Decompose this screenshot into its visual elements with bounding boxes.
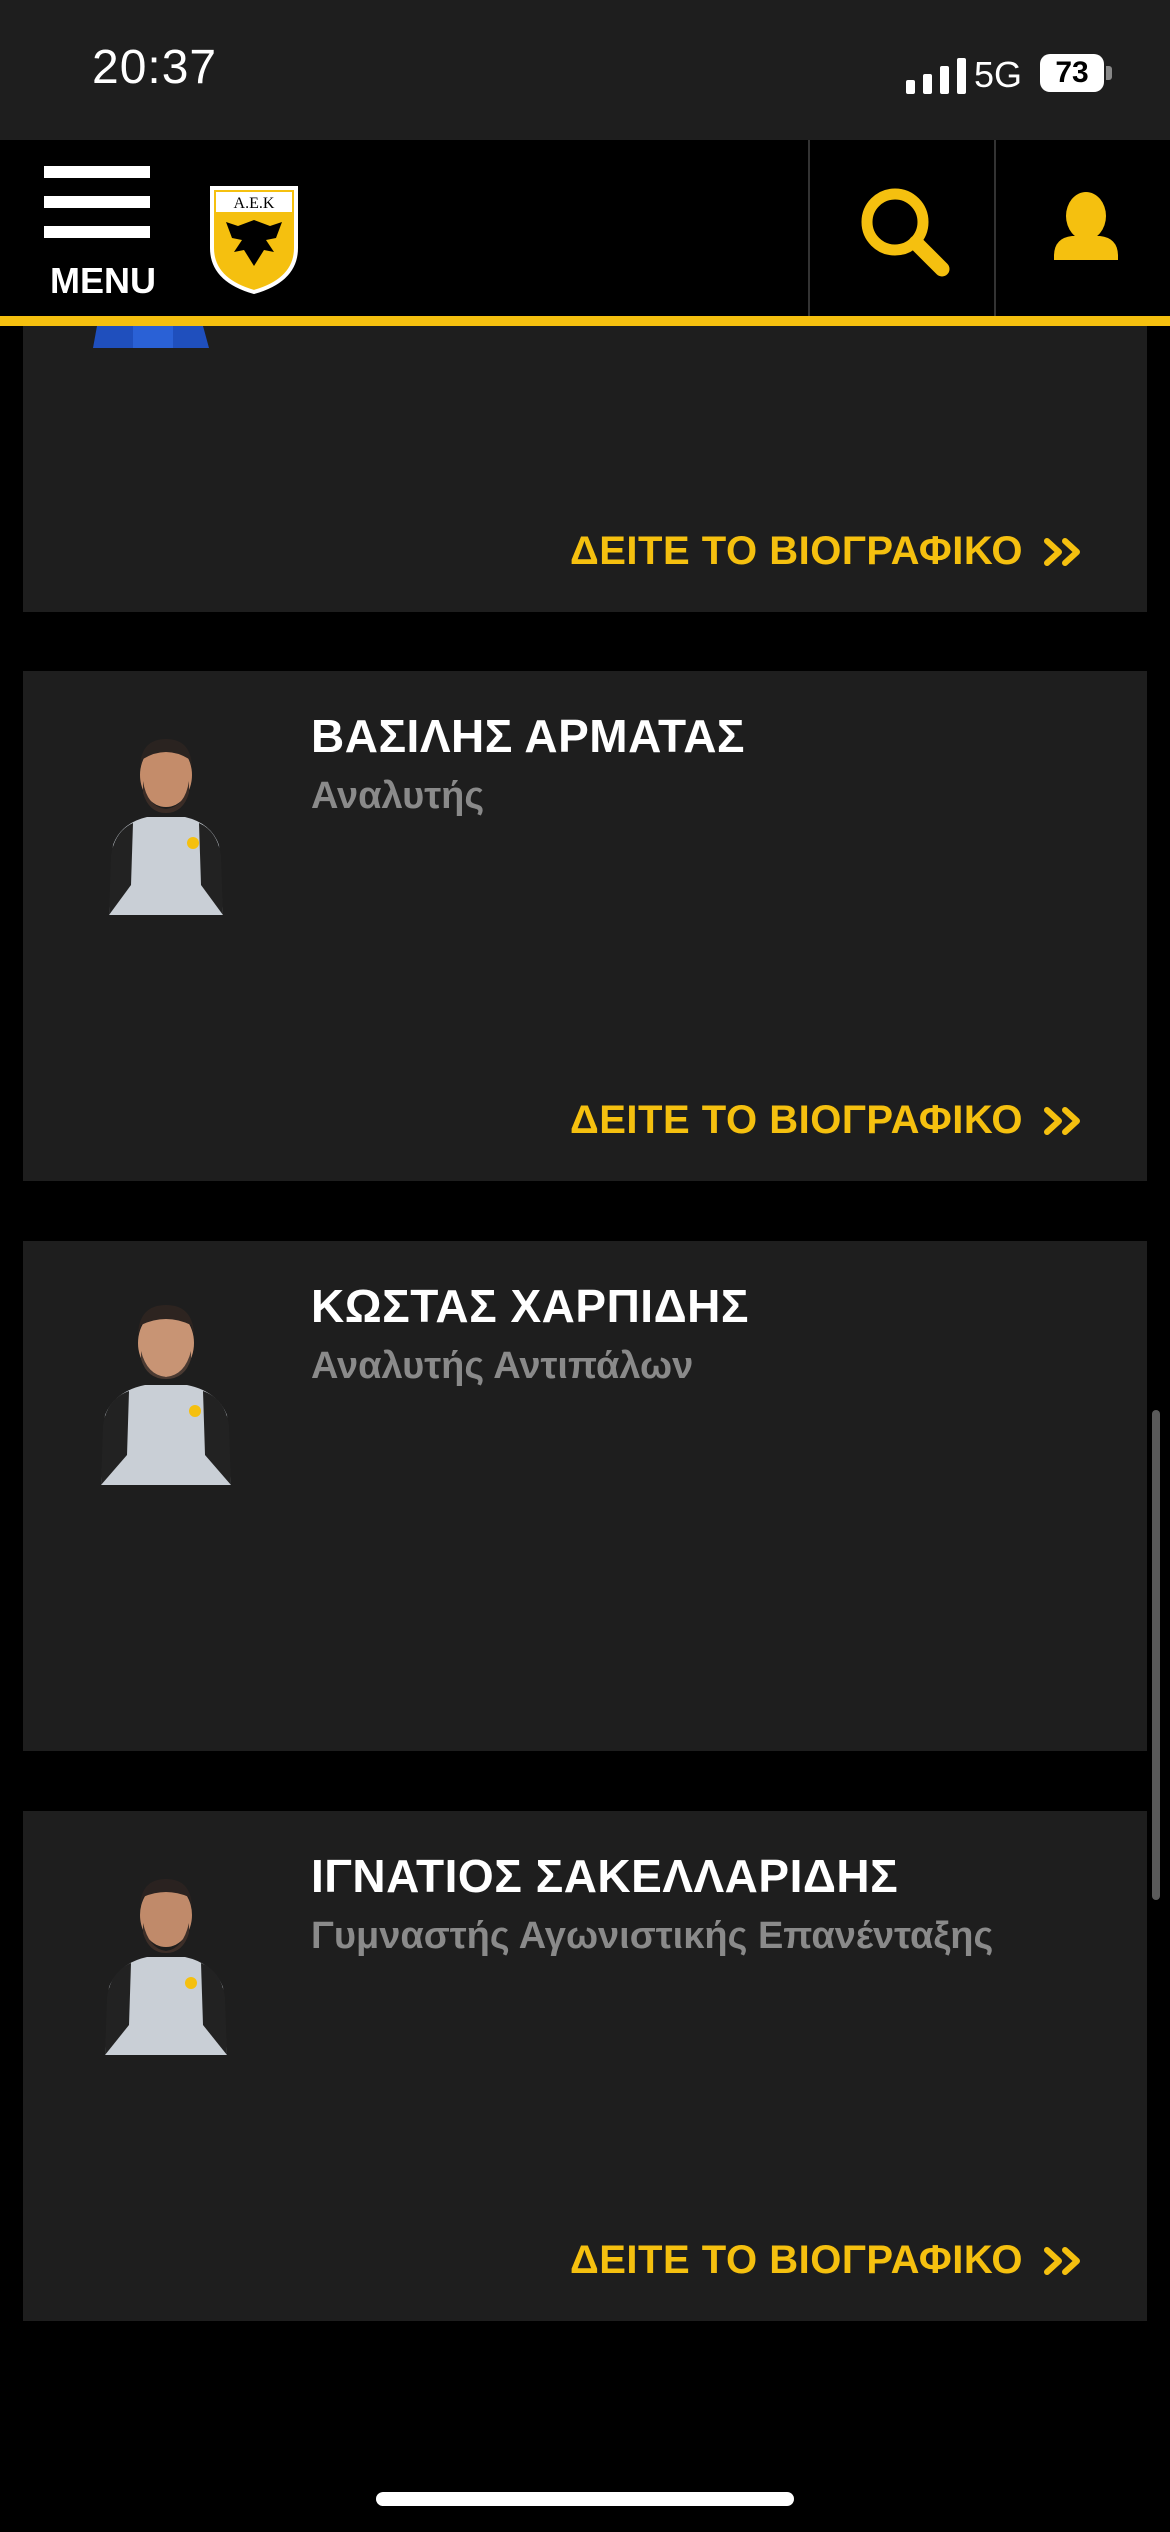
menu-label: MENU bbox=[50, 260, 156, 301]
staff-name: ΙΓΝΑΤΙΟΣ ΣΑΚΕΛΛΑΡΙΔΗΣ bbox=[311, 1850, 899, 1902]
hamburger-icon-bar bbox=[44, 196, 150, 208]
home-indicator[interactable] bbox=[376, 2492, 794, 2506]
view-bio-link[interactable]: ΔΕΙΤΕ ΤΟ ΒΙΟΓΡΑΦΙΚΟ bbox=[570, 1098, 1085, 1143]
staff-name: ΒΑΣΙΛΗΣ ΑΡΜΑΤΑΣ bbox=[311, 710, 746, 762]
staff-role: Αναλυτής Αντιπάλων bbox=[311, 1345, 694, 1387]
staff-card: ΔΕΙΤΕ ΤΟ ΒΙΟΓΡΑΦΙΚΟ bbox=[23, 326, 1147, 612]
logo-text: Α.Ε.Κ bbox=[234, 195, 275, 212]
double-chevron-icon bbox=[1044, 537, 1080, 566]
staff-role: Αναλυτής bbox=[311, 775, 485, 817]
battery-tip bbox=[1106, 66, 1112, 80]
staff-card: ΒΑΣΙΛΗΣ ΑΡΜΑΤΑΣ Αναλυτής ΔΕΙΤΕ ΤΟ ΒΙΟΓΡΑ… bbox=[23, 671, 1147, 1181]
hamburger-icon bbox=[44, 166, 150, 178]
user-button[interactable] bbox=[994, 140, 1170, 316]
view-bio-link[interactable]: ΔΕΙΤΕ ΤΟ ΒΙΟΓΡΑΦΙΚΟ bbox=[570, 529, 1085, 574]
double-chevron-icon bbox=[1044, 1106, 1080, 1135]
signal-icon bbox=[906, 58, 966, 94]
view-bio-label: ΔΕΙΤΕ ΤΟ ΒΙΟΓΡΑΦΙΚΟ bbox=[570, 2238, 1023, 2282]
site-header: MENU Α.Ε.Κ bbox=[0, 140, 1170, 316]
user-icon bbox=[1054, 192, 1118, 260]
status-time: 20:37 bbox=[92, 41, 218, 94]
battery-icon: 73 bbox=[1040, 54, 1104, 92]
aek-logo[interactable]: Α.Ε.Κ bbox=[208, 182, 300, 294]
double-chevron-icon bbox=[1044, 2246, 1080, 2275]
view-bio-label: ΔΕΙΤΕ ΤΟ ΒΙΟΓΡΑΦΙΚΟ bbox=[570, 1098, 1023, 1142]
staff-name: ΚΩΣΤΑΣ ΧΑΡΠΙΔΗΣ bbox=[311, 1280, 749, 1332]
hamburger-icon-bar bbox=[44, 226, 150, 238]
staff-photo bbox=[73, 326, 273, 348]
staff-photo bbox=[91, 715, 241, 915]
network-type: 5G bbox=[974, 54, 1023, 95]
search-button[interactable] bbox=[808, 140, 994, 316]
menu-button[interactable]: MENU bbox=[36, 162, 156, 302]
view-bio-link[interactable]: ΔΕΙΤΕ ΤΟ ΒΙΟΓΡΑΦΙΚΟ bbox=[570, 2238, 1085, 2283]
staff-page: 20:37 5G 73 MENU Α.Ε.Κ ΔΕΙΤΕ ΤΟ ΒΙΟΓΡΑΦΙ… bbox=[0, 0, 1170, 2532]
status-bar: 20:37 5G 73 bbox=[0, 0, 1170, 140]
staff-photo bbox=[91, 1855, 241, 2055]
search-icon bbox=[861, 188, 950, 277]
staff-card: ΙΓΝΑΤΙΟΣ ΣΑΚΕΛΛΑΡΙΔΗΣ Γυμναστής Αγωνιστι… bbox=[23, 1811, 1147, 2321]
scrollbar[interactable] bbox=[1152, 1410, 1160, 1900]
staff-photo bbox=[91, 1285, 241, 1485]
staff-role: Γυμναστής Αγωνιστικής Επανένταξης bbox=[311, 1915, 994, 1957]
staff-card: ΚΩΣΤΑΣ ΧΑΡΠΙΔΗΣ Αναλυτής Αντιπάλων bbox=[23, 1241, 1147, 1751]
header-accent-line bbox=[0, 316, 1170, 326]
view-bio-label: ΔΕΙΤΕ ΤΟ ΒΙΟΓΡΑΦΙΚΟ bbox=[570, 529, 1023, 573]
